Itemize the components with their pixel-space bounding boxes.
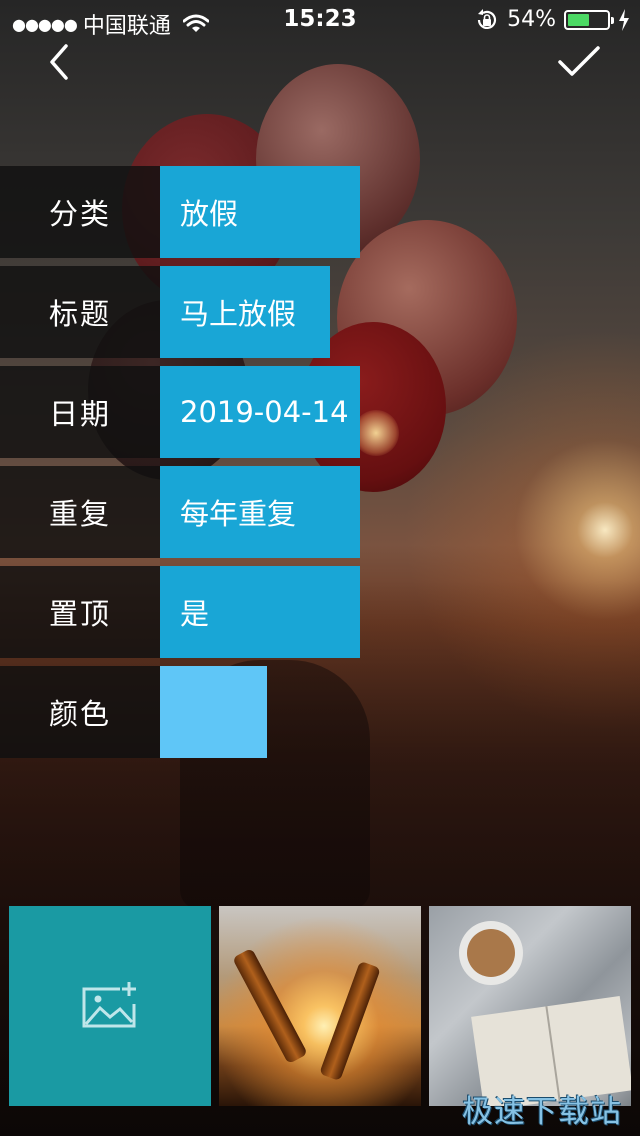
battery-tip — [611, 16, 614, 24]
color-swatch[interactable] — [160, 666, 267, 758]
add-image-button[interactable] — [9, 906, 211, 1106]
pin-field[interactable]: 是 — [160, 566, 360, 658]
bottle-shape — [232, 947, 308, 1065]
beer-sunset-photo[interactable] — [219, 906, 421, 1106]
add-image-icon — [82, 982, 136, 1028]
book-coffee-photo[interactable] — [429, 906, 631, 1106]
category-field[interactable]: 放假 — [160, 166, 360, 258]
background-image-gallery — [9, 906, 631, 1106]
repeat-field[interactable]: 每年重复 — [160, 466, 360, 558]
chevron-left-icon — [50, 44, 68, 80]
pin-label: 置顶 — [0, 566, 160, 658]
back-button[interactable] — [38, 40, 82, 84]
date-field[interactable]: 2019-04-14 — [160, 366, 360, 458]
watermark: 极速下载站 — [462, 1094, 622, 1130]
checkmark-icon — [558, 46, 600, 76]
confirm-button[interactable] — [556, 40, 602, 84]
repeat-label: 重复 — [0, 466, 160, 558]
battery-percentage: 54% — [507, 7, 556, 32]
title-field[interactable]: 马上放假 — [160, 266, 330, 358]
rotation-lock-icon — [475, 8, 499, 32]
bottle-shape — [319, 960, 381, 1082]
battery-level-fill — [568, 13, 589, 26]
coffee-cup-shape — [459, 921, 523, 985]
charging-bolt-icon — [618, 8, 630, 31]
status-bar: ●●●●● 中国联通 15:23 54% — [0, 0, 640, 40]
color-label: 颜色 — [0, 666, 160, 758]
battery-icon — [564, 9, 614, 30]
title-label: 标题 — [0, 266, 160, 358]
coffee-shape — [467, 929, 515, 977]
date-label: 日期 — [0, 366, 160, 458]
category-label: 分类 — [0, 166, 160, 258]
